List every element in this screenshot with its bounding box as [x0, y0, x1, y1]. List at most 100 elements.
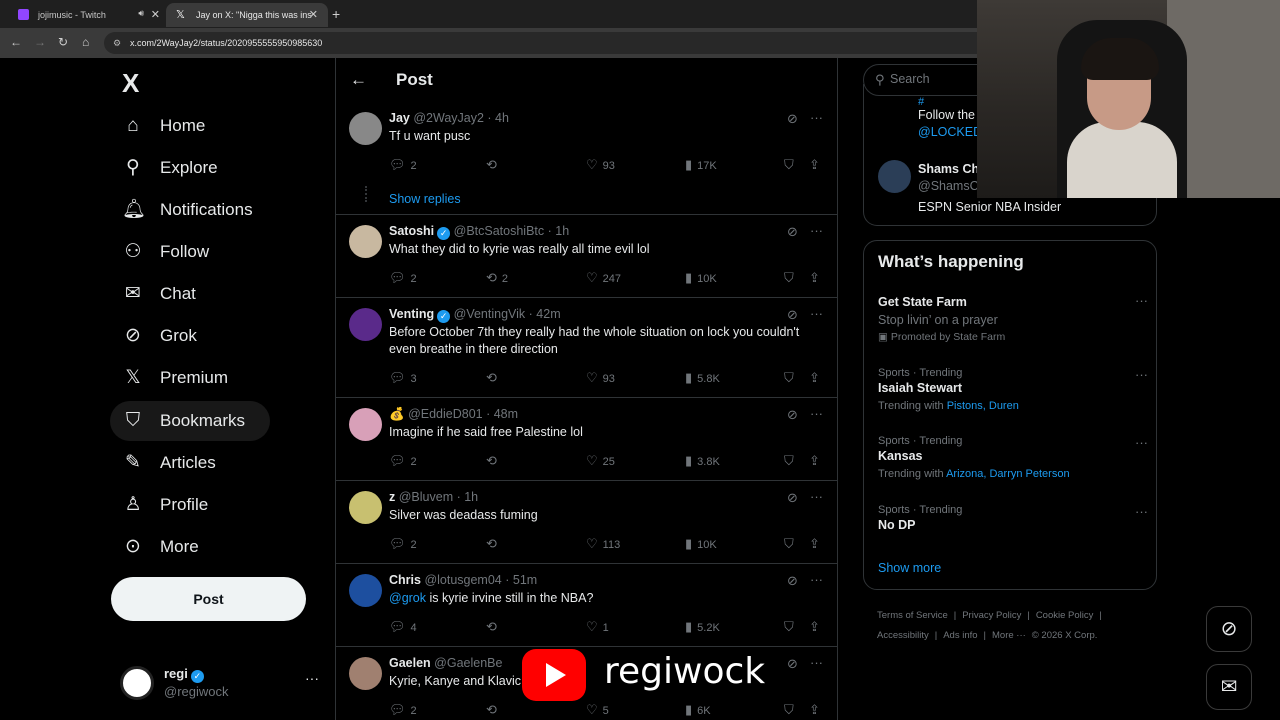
more-dots-icon[interactable]: ··· — [810, 406, 823, 421]
more-dots-icon[interactable]: ··· — [305, 670, 319, 686]
tweet[interactable]: Venting ✓ @VentingVik · 42m Before October… — [336, 298, 837, 398]
repost-button[interactable]: ⟲ — [486, 536, 502, 552]
close-tab-icon[interactable]: ✕ — [309, 8, 318, 21]
views-button[interactable]: ▮ 17K — [685, 157, 717, 173]
tweet-time[interactable]: 42m — [536, 307, 560, 321]
grok-icon[interactable]: ⊘ — [787, 490, 798, 506]
avatar[interactable] — [349, 408, 382, 441]
footer-link[interactable]: Cookie Policy — [1036, 610, 1094, 621]
repost-button[interactable]: ⟲ — [486, 619, 502, 635]
reply-button[interactable]: 💬︎ 2 — [389, 453, 417, 469]
repost-button[interactable]: ⟲ 2 — [486, 270, 508, 286]
tweet[interactable]: Satoshi ✓ @BtcSatoshiBtc · 1h What they di… — [336, 215, 837, 298]
more-dots-icon[interactable]: ··· — [810, 110, 823, 125]
trending-with-links[interactable]: Pistons, Duren — [947, 400, 1019, 412]
views-button[interactable]: ▮ 5.2K — [685, 619, 720, 635]
repost-button[interactable]: ⟲ — [486, 370, 502, 386]
sidebar-item-home[interactable]: ⌂ Home — [110, 106, 310, 146]
views-button[interactable]: ▮ 3.8K — [685, 453, 720, 469]
home-browser-icon[interactable]: ⌂ — [82, 35, 89, 49]
sidebar-item-explore[interactable]: ⚲ Explore — [110, 148, 310, 188]
close-tab-icon[interactable]: ✕ — [151, 8, 160, 21]
tweet[interactable]: 💰 @EddieD801 · 48m Imagine if he said fre… — [336, 398, 837, 481]
tweet-author-handle[interactable]: @EddieD801 — [408, 407, 483, 421]
footer-link[interactable]: Terms of Service — [877, 610, 948, 621]
sidebar-item-chat[interactable]: ✉ Chat — [110, 274, 310, 314]
sidebar-item-bookmarks[interactable]: ⛉ Bookmarks — [110, 401, 270, 441]
avatar[interactable] — [349, 491, 382, 524]
tweet[interactable]: z @Bluvem · 1h Silver was deadass fuming ⊘… — [336, 481, 837, 564]
trend-item[interactable]: Sports · Trending Isaiah Stewart Trending … — [878, 367, 1148, 412]
reply-button[interactable]: 💬︎ 2 — [389, 157, 417, 173]
reply-button[interactable]: 💬︎ 4 — [389, 619, 417, 635]
like-button[interactable]: ♡ 25 — [586, 453, 615, 469]
grok-icon[interactable]: ⊘ — [787, 307, 798, 323]
tweet-author-handle[interactable]: @2WayJay2 — [413, 111, 484, 125]
avatar[interactable] — [349, 308, 382, 341]
share-button[interactable]: ⇪ — [809, 157, 825, 173]
sidebar-item-more[interactable]: ⊙ More — [110, 527, 310, 567]
tweet-author-name[interactable]: Satoshi — [389, 224, 434, 238]
trending-with-links[interactable]: Arizona, Darryn Peterson — [946, 468, 1070, 480]
new-tab-icon[interactable]: + — [332, 6, 340, 22]
tweet-time[interactable]: 48m — [494, 407, 518, 421]
more-dots-icon[interactable]: ··· — [810, 572, 823, 587]
footer-link[interactable]: Accessibility — [877, 630, 929, 641]
tweet-author-name[interactable]: Chris — [389, 573, 421, 587]
sidebar-item-profile[interactable]: ♙ Profile — [110, 485, 310, 525]
avatar[interactable] — [349, 225, 382, 258]
like-button[interactable]: ♡ 1 — [586, 619, 609, 635]
tweet-mention-link[interactable]: @grok — [389, 591, 426, 605]
trend-item[interactable]: Get State Farm Stop livin’ on a prayer ▣ P… — [878, 293, 1148, 343]
more-dots-icon[interactable]: ··· — [1135, 293, 1148, 308]
tweet-author-handle[interactable]: @VentingVik — [454, 307, 526, 321]
browser-tab-twitch[interactable]: jojimusic - Twitch 🔊︎ ✕ — [8, 3, 170, 27]
like-button[interactable]: ♡ 93 — [586, 157, 615, 173]
grok-icon[interactable]: ⊘ — [787, 111, 798, 127]
forward-arrow-icon[interactable]: → — [34, 35, 46, 49]
share-button[interactable]: ⇪ — [809, 619, 825, 635]
tweet-author-handle[interactable]: @Bluvem — [399, 490, 453, 504]
messages-fab-icon[interactable]: ✉ — [1206, 664, 1252, 710]
follow-card-link[interactable]: @LOCKED — [918, 125, 982, 139]
share-button[interactable]: ⇪ — [809, 702, 825, 718]
share-button[interactable]: ⇪ — [809, 453, 825, 469]
site-info-icon[interactable]: ⚙ — [113, 38, 121, 49]
tweet-author-handle[interactable]: @lotusgem04 — [424, 573, 501, 587]
share-button[interactable]: ⇪ — [809, 270, 825, 286]
footer-link[interactable]: Ads info — [943, 630, 977, 641]
trend-item[interactable]: Sports · Trending Kansas Trending with Ari… — [878, 435, 1148, 480]
views-button[interactable]: ▮ 10K — [685, 270, 717, 286]
more-dots-icon[interactable]: ··· — [1135, 367, 1148, 382]
reply-button[interactable]: 💬︎ 2 — [389, 536, 417, 552]
tweet-time[interactable]: 1h — [464, 490, 478, 504]
tweet-time[interactable]: 4h — [495, 111, 509, 125]
more-dots-icon[interactable]: ··· — [810, 223, 823, 238]
more-dots-icon[interactable]: ··· — [810, 489, 823, 504]
tweet[interactable]: Jay @2WayJay2 · 4h Tf u want pusc ⊘ ··· 💬︎ 2 ⟲… — [336, 102, 837, 215]
like-button[interactable]: ♡ 113 — [586, 536, 620, 552]
reply-button[interactable]: 💬︎ 2 — [389, 702, 417, 718]
post-button[interactable]: Post — [111, 577, 306, 621]
back-arrow-icon[interactable]: ← — [350, 70, 367, 90]
grok-icon[interactable]: ⊘ — [787, 224, 798, 240]
sidebar-item-articles[interactable]: ✎ Articles — [110, 443, 310, 483]
tweet-author-handle[interactable]: @BtcSatoshiBtc — [454, 224, 545, 238]
repost-button[interactable]: ⟲ — [486, 453, 502, 469]
avatar[interactable] — [349, 112, 382, 145]
reload-icon[interactable]: ↻ — [58, 35, 68, 49]
views-button[interactable]: ▮ 10K — [685, 536, 717, 552]
tweet-time[interactable]: 51m — [513, 573, 537, 587]
avatar[interactable] — [349, 574, 382, 607]
bookmark-button[interactable]: ⛉ — [784, 370, 799, 386]
bookmark-button[interactable]: ⛉ — [784, 157, 799, 173]
more-dots-icon[interactable]: ··· — [1135, 504, 1148, 519]
bookmark-button[interactable]: ⛉ — [784, 619, 799, 635]
views-button[interactable]: ▮ 5.8K — [685, 370, 720, 386]
tweet-author-name[interactable]: Venting — [389, 307, 434, 321]
account-switcher[interactable]: regi ✓ @regiwock ··· — [120, 664, 325, 704]
grok-icon[interactable]: ⊘ — [787, 407, 798, 423]
suggested-user-name[interactable]: Shams Ch — [918, 162, 979, 176]
reply-button[interactable]: 💬︎ 3 — [389, 370, 417, 386]
show-replies-link[interactable]: Show replies — [389, 192, 461, 206]
